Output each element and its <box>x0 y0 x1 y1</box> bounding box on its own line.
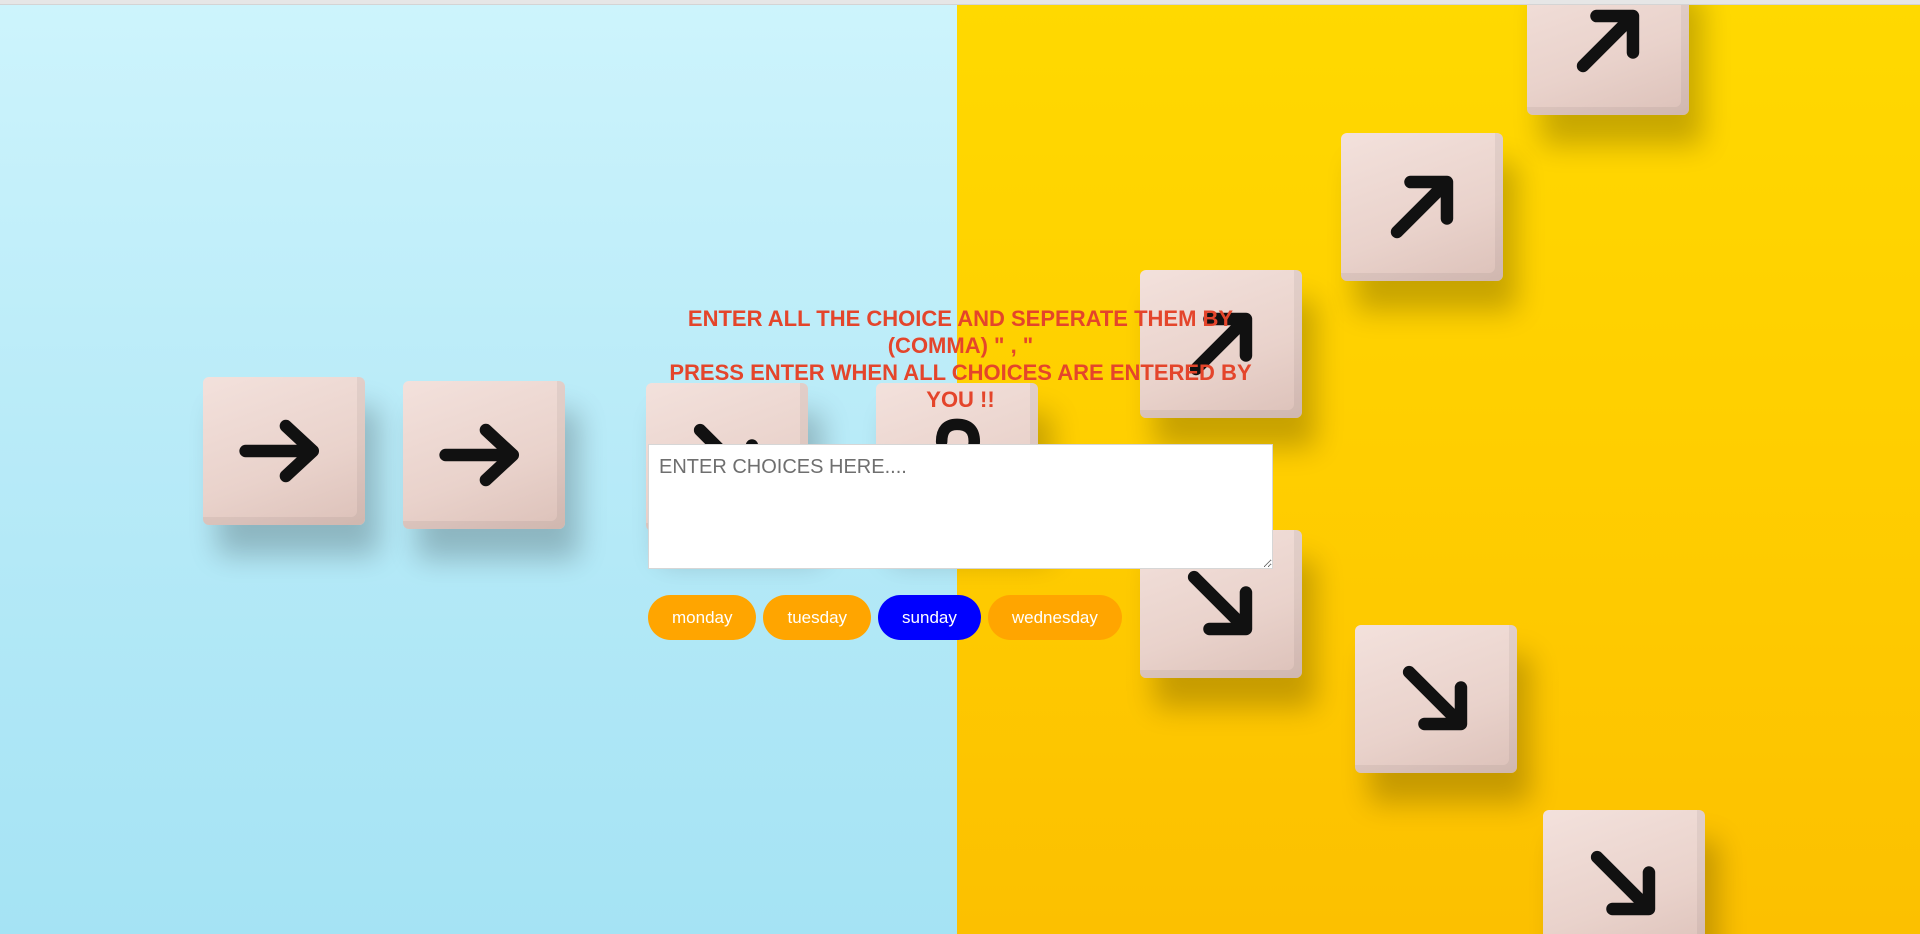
arrow-cube <box>203 377 365 525</box>
arrow-up-right-icon <box>1390 175 1454 239</box>
arrow-up-right-icon <box>1576 9 1640 73</box>
arrow-right-icon <box>239 419 320 483</box>
choice-entry-panel: ENTER ALL THE CHOICE AND SEPERATE THEM B… <box>648 305 1273 640</box>
arrow-cube <box>1527 5 1689 115</box>
arrow-down-right-icon <box>1402 665 1468 731</box>
choice-chip-wednesday[interactable]: wednesday <box>987 595 1122 640</box>
arrow-cube <box>1543 810 1705 934</box>
choice-chips: monday tuesday sunday wednesday <box>648 595 1273 640</box>
arrow-right-icon <box>439 423 520 487</box>
arrow-cube <box>1355 625 1517 773</box>
choice-chip-tuesday[interactable]: tuesday <box>763 595 872 640</box>
arrow-cube <box>403 381 565 529</box>
choice-chip-monday[interactable]: monday <box>648 595 757 640</box>
instruction-line-2: PRESS ENTER WHEN ALL CHOICES ARE ENTERED… <box>669 360 1252 412</box>
arrow-down-right-icon <box>1590 850 1656 916</box>
choices-textarea[interactable] <box>648 444 1273 569</box>
arrow-cube <box>1341 133 1503 281</box>
instruction-line-1: ENTER ALL THE CHOICE AND SEPERATE THEM B… <box>687 306 1234 358</box>
instruction-text: ENTER ALL THE CHOICE AND SEPERATE THEM B… <box>648 305 1273 413</box>
choice-chip-sunday[interactable]: sunday <box>878 595 981 640</box>
